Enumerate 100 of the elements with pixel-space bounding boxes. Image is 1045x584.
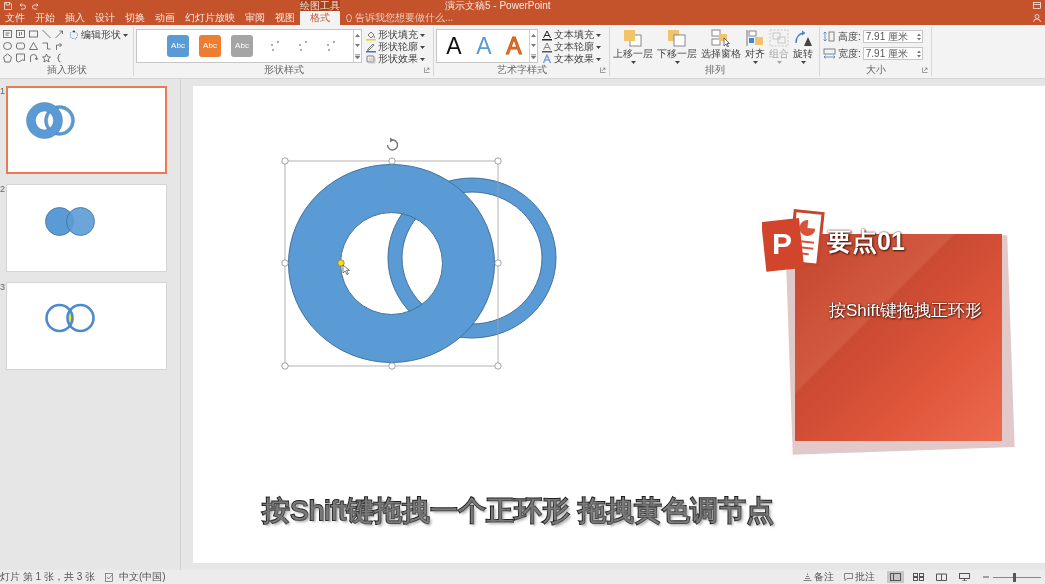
slide-number: 3 [0, 282, 6, 292]
ribbon-tab[interactable]: 审阅 [240, 11, 270, 25]
arrange-button[interactable]: 对齐 [745, 29, 765, 64]
linked-rings-drawing [45, 303, 96, 333]
shape-format-button[interactable]: 形状轮廓 [366, 41, 425, 53]
scroll-down-icon[interactable] [355, 43, 360, 47]
arrange-button[interactable]: 选择窗格 [701, 29, 741, 64]
zoom-slider-thumb[interactable] [1013, 572, 1017, 582]
arrange-button[interactable]: 旋转 [793, 29, 813, 64]
arrow-icon[interactable] [54, 29, 65, 39]
ribbon-tab[interactable]: 格式 [300, 11, 340, 25]
spinner-icon [916, 49, 921, 58]
notes-button[interactable]: 备注 [803, 570, 834, 584]
wordart-sample[interactable]: A [439, 33, 469, 59]
resize-handle[interactable] [494, 157, 502, 165]
ribbon-tab[interactable]: 幻灯片放映 [180, 11, 240, 25]
rectangle-icon[interactable] [28, 29, 39, 39]
ribbon-tab[interactable]: 视图 [270, 11, 300, 25]
slide-count: 灯片 第 1 张，共 3 张 [0, 570, 95, 584]
caption-text: 按Shift键拖拽一个正环形 拖拽黄色调节点 [262, 494, 774, 527]
adjustment-handle[interactable] [337, 259, 345, 267]
search-field[interactable]: 告诉我您想要做什么... [346, 11, 467, 25]
ribbon-tab[interactable]: 设计 [90, 11, 120, 25]
vertical-text-box-icon[interactable] [15, 29, 26, 39]
expand-gallery-icon[interactable] [531, 53, 536, 59]
u-turn-arrow-icon[interactable] [28, 53, 39, 63]
text-outline-icon [542, 41, 552, 53]
scroll-down-icon[interactable] [531, 43, 536, 47]
resize-handle[interactable] [281, 157, 289, 165]
resize-handle[interactable] [388, 157, 396, 165]
star-icon[interactable] [41, 53, 52, 63]
view-button[interactable] [933, 571, 950, 583]
dialog-launcher-icon[interactable] [922, 67, 928, 73]
edit-points-icon [69, 30, 79, 40]
document-shape-icon[interactable] [15, 53, 26, 63]
expand-gallery-icon[interactable] [355, 53, 360, 59]
reading-view-icon [936, 573, 947, 581]
arrange-button[interactable]: 下移一层 [657, 29, 697, 64]
ribbon-tab[interactable]: 文件 [0, 11, 30, 25]
send-backward-icon [667, 29, 687, 47]
dialog-launcher-icon[interactable] [600, 67, 606, 73]
rounded-rectangle-icon[interactable] [15, 41, 26, 51]
size-field[interactable]: 7.91 厘米 [862, 47, 923, 60]
triangle-icon[interactable] [28, 41, 39, 51]
language-label[interactable]: 中文(中国) [119, 570, 166, 584]
pentagon-icon[interactable] [2, 53, 13, 63]
ribbon-tab[interactable]: 动画 [150, 11, 180, 25]
resize-handle[interactable] [281, 259, 289, 267]
oval-icon[interactable] [2, 41, 13, 51]
shape-format-button[interactable]: 形状填充 [366, 29, 425, 41]
size-label: 高度: [838, 30, 861, 43]
style-preset-icon[interactable] [325, 40, 337, 52]
resize-handle[interactable] [281, 362, 289, 370]
comments-button[interactable]: 批注 [844, 570, 875, 584]
group-label: 插入形状 [46, 64, 87, 76]
resize-handle[interactable] [494, 362, 502, 370]
elbow-connector-icon[interactable] [41, 41, 52, 51]
slide-sorter-icon [913, 573, 924, 581]
ribbon-tab[interactable]: 开始 [30, 11, 60, 25]
group-label: 艺术字样式 [496, 64, 547, 76]
share-icon[interactable] [1033, 14, 1041, 22]
width-icon [823, 48, 836, 59]
paint-bucket-icon [366, 29, 376, 41]
text-format-button[interactable]: 文本轮廓 [542, 41, 601, 53]
spell-check-icon[interactable] [105, 572, 114, 582]
bent-arrow-icon[interactable] [54, 41, 65, 51]
undo-icon[interactable] [18, 1, 26, 10]
slide-number: 2 [0, 184, 6, 194]
edit-shape-button[interactable]: 编辑形状 [69, 29, 128, 41]
text-format-button[interactable]: 文本填充 [542, 29, 601, 41]
scroll-up-icon[interactable] [355, 33, 360, 37]
resize-handle[interactable] [388, 362, 396, 370]
view-button[interactable] [887, 571, 904, 583]
slide-thumbnail[interactable] [6, 86, 167, 174]
zoom-out-icon[interactable] [983, 574, 989, 580]
size-field[interactable]: 7.91 厘米 [862, 30, 923, 43]
text-box-icon[interactable] [2, 29, 13, 39]
style-preset-icon[interactable] [297, 40, 309, 52]
restore-window-icon[interactable] [1033, 2, 1041, 9]
ribbon-tab[interactable]: 切换 [120, 11, 150, 25]
style-preset-icon[interactable] [269, 40, 281, 52]
redo-icon[interactable] [32, 1, 40, 10]
arrange-button[interactable]: 上移一层 [613, 29, 653, 64]
text-format-button[interactable]: 文本效果 [542, 53, 601, 65]
group-label: 形状样式 [263, 64, 304, 76]
rotation-handle-icon[interactable] [386, 137, 399, 151]
view-button[interactable] [956, 571, 973, 583]
resize-handle[interactable] [494, 259, 502, 267]
shape-format-button[interactable]: 形状效果 [366, 53, 425, 65]
scroll-up-icon[interactable] [531, 33, 536, 37]
slide-thumbnail[interactable] [6, 282, 167, 370]
group-objects-icon [769, 29, 789, 47]
slide-thumbnail[interactable] [6, 184, 167, 272]
view-button[interactable] [910, 571, 927, 583]
caret-icon [420, 45, 425, 49]
overlapping-discs-drawing [45, 207, 96, 237]
shape-effects-icon [366, 53, 376, 65]
ribbon-tab[interactable]: 插入 [60, 11, 90, 25]
dialog-launcher-icon[interactable] [424, 67, 430, 73]
save-icon[interactable] [4, 1, 12, 10]
